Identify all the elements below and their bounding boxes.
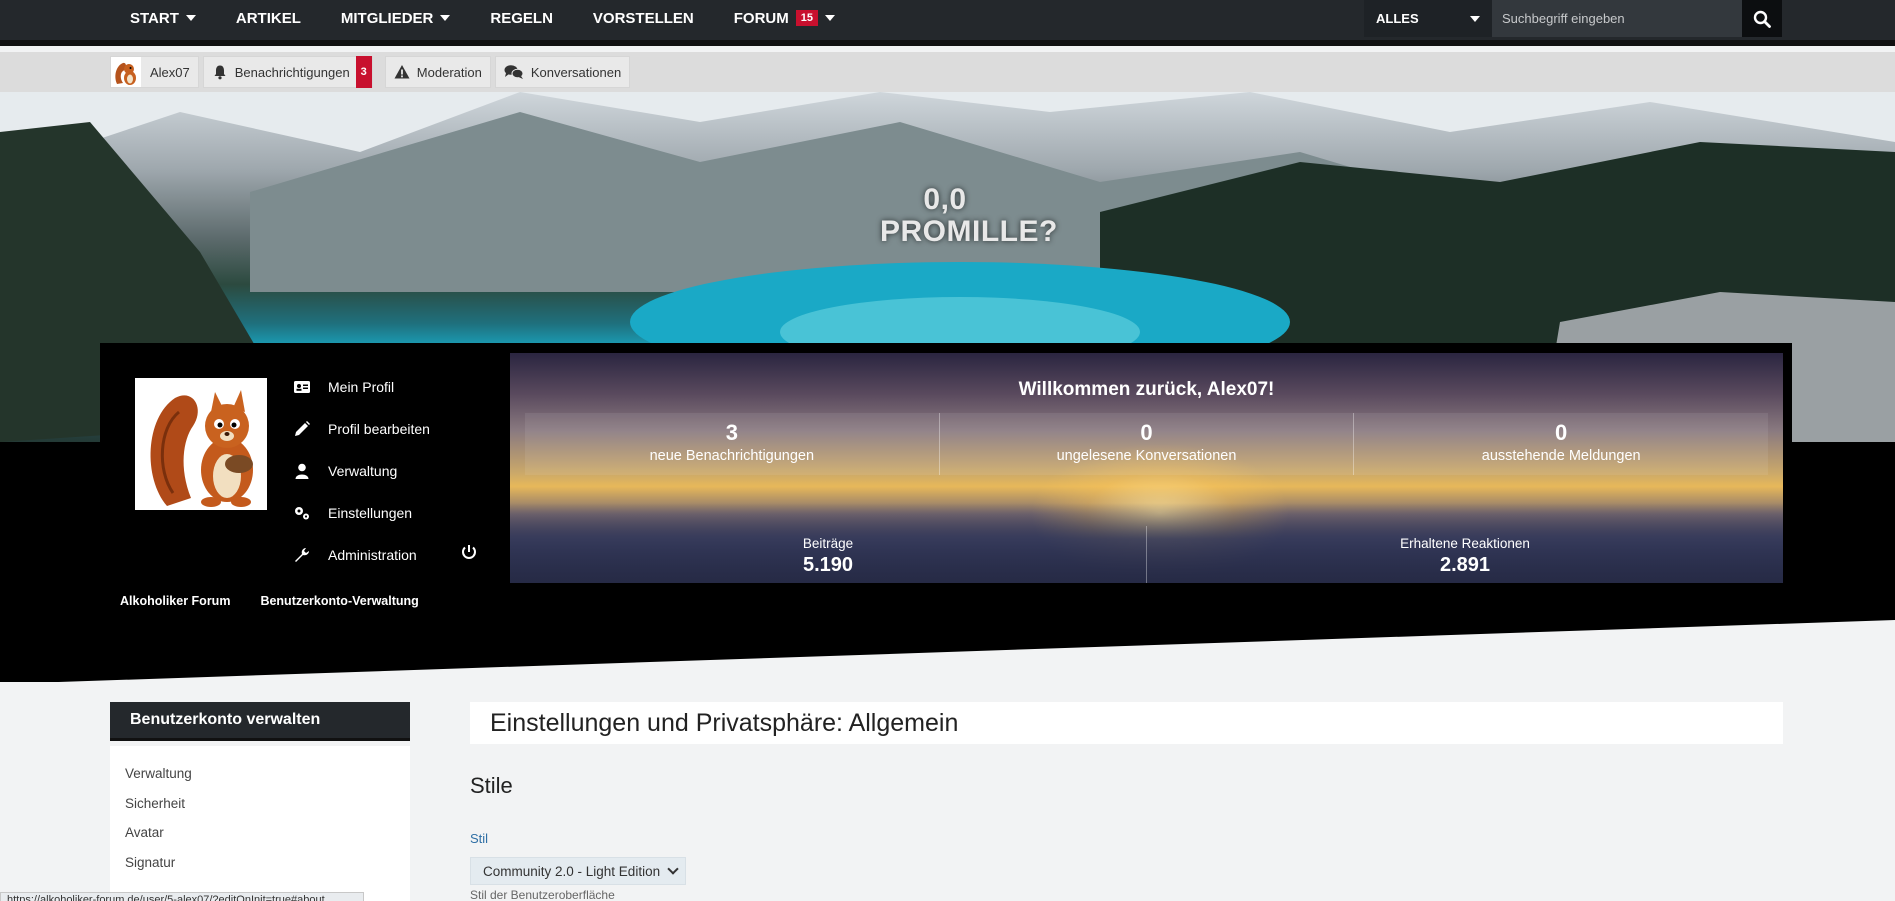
sidebar-item-sicherheit[interactable]: Sicherheit [110,796,410,826]
stat-reports-value: 0 [1555,420,1568,445]
user-panel-bar: Alex07 Benachrichtigungen 3 Moderation K… [0,52,1895,92]
stat-notifications-value: 3 [725,420,738,445]
nav-artikel-label: ARTIKEL [235,9,301,27]
nav-vorstellen[interactable]: VORSTELLEN [573,0,714,36]
page-title: Einstellungen und Privatsphäre: Allgemei… [470,702,1783,744]
style-field-description: Stil der Benutzeroberfläche [470,888,615,901]
menu-management-label: Verwaltung [328,463,398,479]
welcome-message: Willkommen zurück, Alex07! [1018,379,1275,400]
menu-my-profile[interactable]: Mein Profil [293,366,430,408]
pencil-icon [295,421,310,436]
power-icon[interactable] [460,543,478,561]
menu-settings[interactable]: Einstellungen [293,492,430,534]
notifications-count-badge: 3 [355,56,372,88]
search-scope-select[interactable]: ALLES [1364,0,1492,37]
chevron-down-icon [185,15,196,21]
section-title: Stile [470,773,513,798]
menu-settings-label: Einstellungen [328,505,413,521]
stat-reports-label: ausstehende Meldungen [1481,448,1641,464]
username-label: Alex07 [150,64,190,80]
menu-management[interactable]: Verwaltung [293,450,430,492]
conversations-button[interactable]: Konversationen [494,56,631,88]
avatar [111,57,141,87]
warning-icon [394,65,410,79]
slogan-line-2: PROMILLE? [880,215,1058,248]
comments-icon [504,65,524,79]
main-menu: START ARTIKEL MITGLIEDER REGELN VORSTELL… [118,0,855,36]
stat-reports[interactable]: 0 ausstehende Meldungen [1354,413,1768,475]
search-icon [1753,10,1771,28]
stats-top-row: 3 neue Benachrichtigungen 0 ungelesene K… [525,413,1768,475]
nav-start-label: START [130,9,179,27]
nav-start[interactable]: START [118,0,216,36]
search-bar: ALLES [1364,0,1782,37]
sidebar-nav: Verwaltung Sicherheit Avatar Signatur [110,746,410,901]
stat-posts: Beiträge 5.190 [510,526,1147,583]
menu-administration[interactable]: Administration [293,534,430,576]
stat-conversations[interactable]: 0 ungelesene Konversationen [940,413,1355,475]
bell-icon [214,65,226,80]
sidebar-item-signatur[interactable]: Signatur [110,855,410,885]
stat-posts-label: Beiträge [802,536,854,551]
notifications-button[interactable]: Benachrichtigungen 3 [202,56,373,88]
profile-avatar[interactable] [135,378,267,510]
stats-bottom-row: Beiträge 5.190 Erhaltene Reaktionen 2.89… [510,526,1783,583]
nav-vorstellen-label: VORSTELLEN [592,9,694,27]
stat-posts-value: 5.190 [802,554,854,576]
chevron-down-icon [825,15,835,21]
chevron-down-icon [1470,15,1480,22]
id-card-icon [294,381,310,393]
user-menu-button[interactable]: Alex07 [110,56,199,88]
forum-count-badge: 15 [795,10,818,26]
sidebar-item-avatar[interactable]: Avatar [110,825,410,855]
sidebar-title: Benutzerkonto verwalten [110,702,410,741]
search-input[interactable] [1492,0,1742,37]
menu-edit-profile[interactable]: Profil bearbeiten [293,408,430,450]
stat-reactions-label: Erhaltene Reaktionen [1400,536,1530,551]
stat-conversations-value: 0 [1140,420,1153,445]
moderation-button[interactable]: Moderation [384,56,491,88]
style-select-value: Community 2.0 - Light Edition [483,863,661,879]
nav-regeln[interactable]: REGELN [470,0,573,36]
stat-notifications[interactable]: 3 neue Benachrichtigungen [525,413,940,475]
nav-mitglieder[interactable]: MITGLIEDER [321,0,471,36]
browser-status-url: https://alkoholiker-forum.de/user/5-alex… [0,892,364,901]
stat-notifications-label: neue Benachrichtigungen [649,448,815,464]
welcome-panel: Willkommen zurück, Alex07! 3 neue Benach… [510,353,1783,583]
nav-forum-label: FORUM [733,9,789,27]
site-slogan: 0,0 PROMILLE? [880,183,1058,248]
notifications-label: Benachrichtigungen [234,64,350,80]
wrench-icon [295,548,309,562]
stat-conversations-label: ungelesene Konversationen [1056,448,1237,464]
style-select[interactable]: Community 2.0 - Light Edition [470,857,686,885]
nav-mitglieder-label: MITGLIEDER [340,9,434,27]
sidebar-item-verwaltung[interactable]: Verwaltung [110,766,410,796]
top-navigation: START ARTIKEL MITGLIEDER REGELN VORSTELL… [0,0,1895,46]
menu-my-profile-label: Mein Profil [328,379,395,395]
nav-forum[interactable]: FORUM 15 [714,0,855,36]
chevron-down-icon [440,15,451,21]
search-scope-label: ALLES [1376,11,1419,26]
slogan-line-1: 0,0 [923,183,967,216]
stat-reactions: Erhaltene Reaktionen 2.891 [1147,526,1783,583]
search-button[interactable] [1742,0,1782,37]
user-icon [295,463,309,479]
moderation-label: Moderation [416,64,482,80]
profile-side-menu: Mein Profil Profil bearbeiten Verwaltung… [293,366,430,576]
stat-reactions-value: 2.891 [1439,554,1491,576]
breadcrumb: Alkoholiker Forum Benutzerkonto-Verwaltu… [120,594,419,608]
nav-artikel[interactable]: ARTIKEL [216,0,321,36]
menu-administration-label: Administration [328,547,417,563]
chevron-down-icon [667,863,679,875]
conversations-label: Konversationen [530,64,622,80]
gears-icon [295,507,309,520]
style-field-label: Stil [470,831,489,846]
breadcrumb-forum[interactable]: Alkoholiker Forum [120,594,230,608]
menu-edit-profile-label: Profil bearbeiten [328,421,430,437]
breadcrumb-account[interactable]: Benutzerkonto-Verwaltung [260,594,418,608]
nav-regeln-label: REGELN [490,9,553,27]
